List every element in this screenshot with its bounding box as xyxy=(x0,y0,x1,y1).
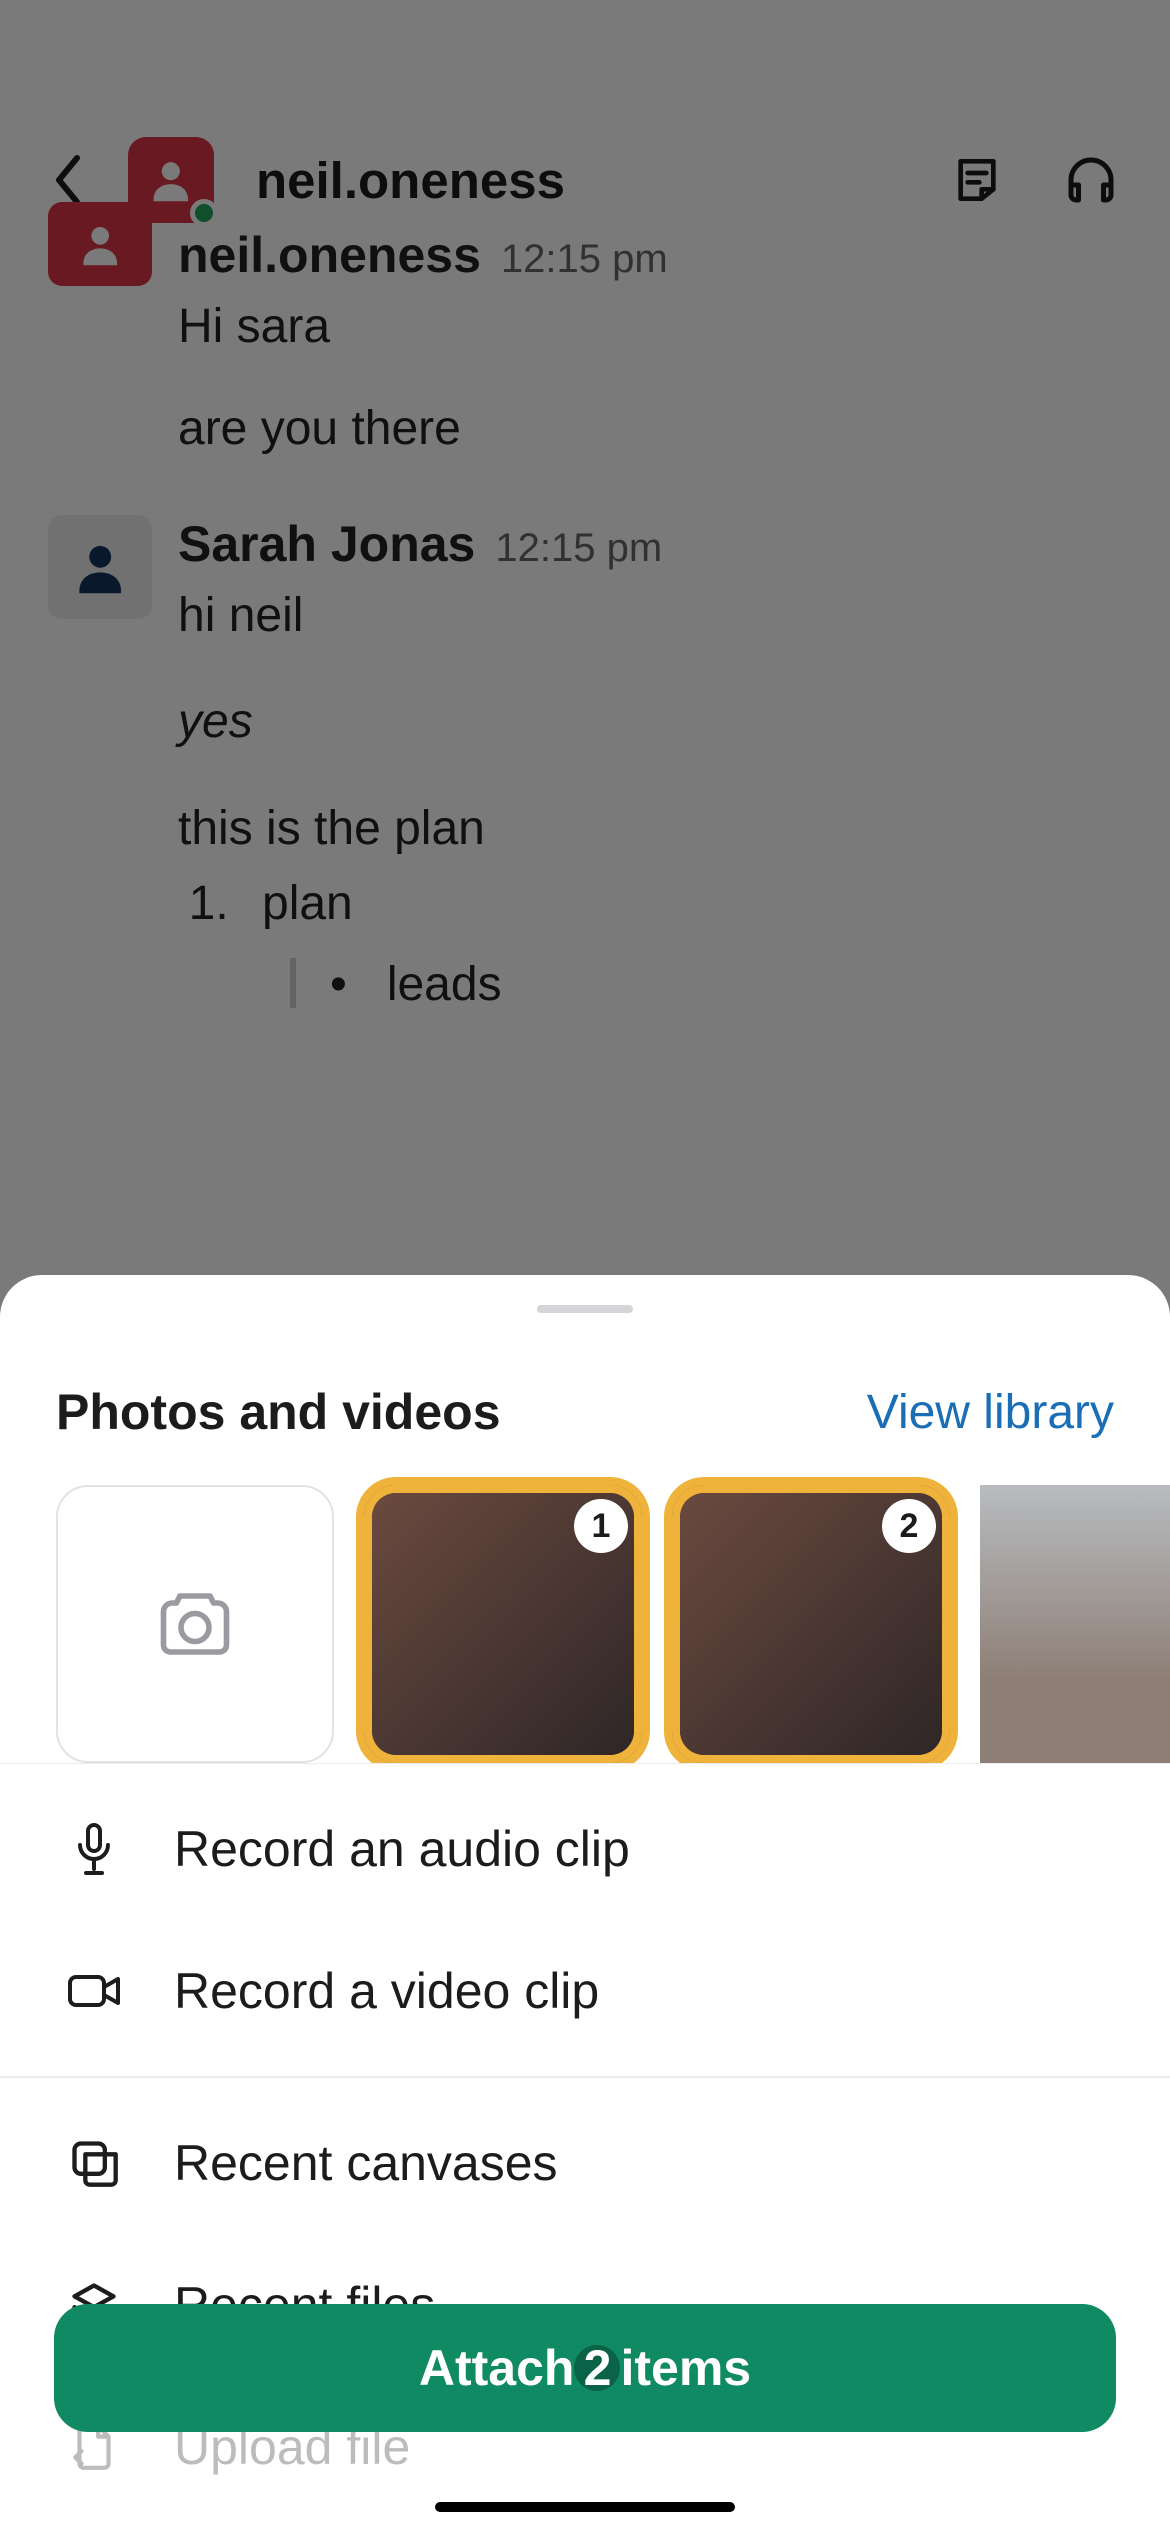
attachment-sheet: Photos and videos View library 1 2 Recor… xyxy=(0,1275,1170,2532)
record-audio-row[interactable]: Record an audio clip xyxy=(0,1778,1170,1920)
photo-thumbnail[interactable]: 1 xyxy=(364,1485,642,1762)
attach-bar: Attach 2 items xyxy=(0,2282,1170,2532)
option-label: Record an audio clip xyxy=(174,1820,630,1878)
selection-badge: 2 xyxy=(882,1499,936,1553)
canvas-icon xyxy=(66,2135,122,2191)
attach-button-prefix: Attach xyxy=(419,2339,575,2397)
photo-strip[interactable]: 1 2 xyxy=(0,1477,1170,1762)
record-options: Record an audio clip Record a video clip xyxy=(0,1764,1170,2076)
video-icon xyxy=(66,1963,122,2019)
sheet-grabber[interactable] xyxy=(537,1305,633,1313)
camera-tile[interactable] xyxy=(56,1485,334,1762)
attach-button[interactable]: Attach 2 items xyxy=(54,2304,1116,2432)
record-video-row[interactable]: Record a video clip xyxy=(0,1920,1170,2062)
attach-button-suffix: items xyxy=(620,2339,751,2397)
microphone-icon xyxy=(66,1821,122,1877)
photo-thumbnail[interactable] xyxy=(980,1485,1170,1762)
home-indicator[interactable] xyxy=(435,2502,735,2512)
recent-canvases-row[interactable]: Recent canvases xyxy=(0,2092,1170,2234)
photo-thumbnail[interactable]: 2 xyxy=(672,1485,950,1762)
option-label: Recent canvases xyxy=(174,2134,558,2192)
thumbnail-image xyxy=(980,1485,1170,1762)
attach-count: 2 xyxy=(574,2339,620,2397)
option-label: Record a video clip xyxy=(174,1962,599,2020)
sheet-title: Photos and videos xyxy=(56,1383,501,1441)
selection-badge: 1 xyxy=(574,1499,628,1553)
view-library-link[interactable]: View library xyxy=(867,1385,1114,1440)
camera-icon xyxy=(153,1582,237,1666)
